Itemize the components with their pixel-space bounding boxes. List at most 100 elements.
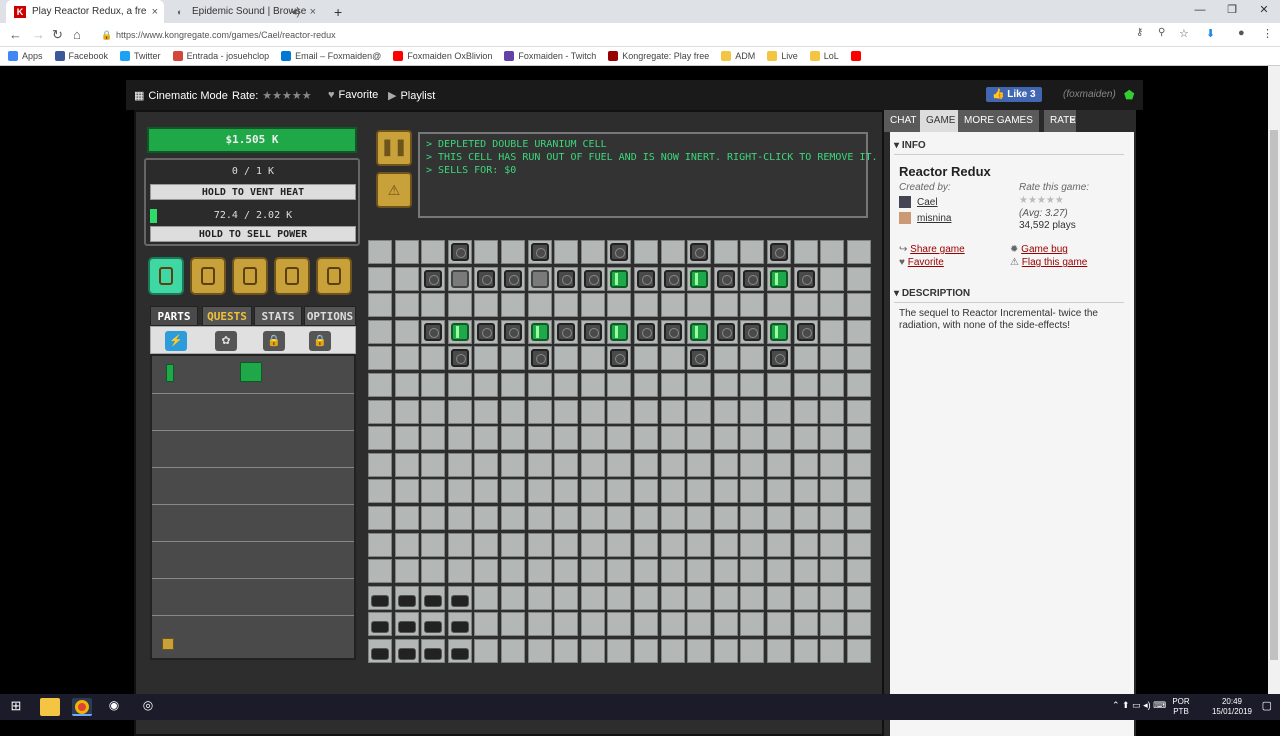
grid-cell[interactable]: [607, 240, 632, 264]
grid-cell[interactable]: [474, 452, 499, 477]
grid-cell[interactable]: [580, 426, 605, 451]
sell-power-button[interactable]: HOLD TO SELL POWER: [150, 226, 356, 242]
grid-cell[interactable]: [687, 585, 712, 610]
grid-cell[interactable]: [820, 319, 845, 344]
grid-cell[interactable]: [580, 532, 605, 557]
grid-cell[interactable]: [740, 399, 765, 424]
grid-cell[interactable]: [527, 612, 552, 637]
grid-cell[interactable]: [820, 585, 845, 610]
grid-cell[interactable]: [820, 399, 845, 424]
grid-cell[interactable]: [580, 479, 605, 504]
grid-cell[interactable]: [447, 452, 472, 477]
grid-cell[interactable]: [793, 612, 818, 637]
playlist-button[interactable]: ▶ Playlist: [388, 89, 435, 103]
grid-cell[interactable]: [634, 479, 658, 504]
obs-icon[interactable]: ◎: [138, 698, 158, 716]
grid-cell[interactable]: [474, 639, 499, 663]
bookmark-facebook[interactable]: Facebook: [54, 51, 108, 61]
grid-cell[interactable]: [474, 293, 499, 318]
grid-cell[interactable]: [660, 399, 685, 424]
close-tab-icon[interactable]: ×: [152, 6, 158, 18]
grid-cell[interactable]: [421, 373, 446, 397]
grid-cell[interactable]: [820, 639, 845, 663]
heat-vent-icon[interactable]: [424, 322, 443, 341]
grid-cell[interactable]: [660, 266, 685, 291]
tray-icons[interactable]: ⌃ ⬆ ▭ ◂) ⌨: [1112, 700, 1166, 711]
grid-cell[interactable]: [660, 612, 685, 637]
grid-cell[interactable]: [713, 612, 738, 637]
grid-cell[interactable]: [767, 399, 791, 424]
double-uranium-cell-icon[interactable]: [610, 269, 629, 288]
notification-icon[interactable]: ▢: [1262, 699, 1272, 712]
grid-cell[interactable]: [554, 559, 579, 584]
grid-cell[interactable]: [846, 293, 871, 318]
heat-vent-icon[interactable]: [796, 322, 815, 341]
grid-cell[interactable]: [687, 452, 712, 477]
grid-cell[interactable]: [501, 319, 525, 344]
grid-cell[interactable]: [846, 266, 871, 291]
grid-cell[interactable]: [607, 399, 632, 424]
grid-cell[interactable]: [554, 399, 579, 424]
grid-cell[interactable]: [713, 426, 738, 451]
grid-cell[interactable]: [394, 612, 419, 637]
grid-cell[interactable]: [660, 479, 685, 504]
grid-cell[interactable]: [554, 426, 579, 451]
reactor-grid[interactable]: [368, 240, 872, 664]
grid-cell[interactable]: [580, 373, 605, 397]
bookmark-gmail[interactable]: Entrada - josuehclop: [172, 51, 269, 61]
heat-vent-icon[interactable]: [663, 322, 682, 341]
grid-cell[interactable]: [767, 426, 791, 451]
grid-cell[interactable]: [846, 319, 871, 344]
scrollbar-thumb[interactable]: [1270, 130, 1278, 660]
double-uranium-cell-icon[interactable]: [690, 322, 709, 341]
capacitor-icon[interactable]: [371, 594, 389, 607]
grid-cell[interactable]: [447, 399, 472, 424]
heat-vent-icon[interactable]: [716, 322, 735, 341]
locked-category-icon[interactable]: 🔒: [309, 331, 331, 351]
grid-cell[interactable]: [713, 319, 738, 344]
grid-cell[interactable]: [767, 532, 791, 557]
grid-cell[interactable]: [687, 293, 712, 318]
heat-vent-icon[interactable]: [557, 322, 576, 341]
grid-cell[interactable]: [660, 346, 685, 371]
grid-cell[interactable]: [447, 585, 472, 610]
heat-vent-icon[interactable]: [637, 269, 655, 288]
heat-vent-icon[interactable]: [477, 322, 496, 341]
grid-cell[interactable]: [421, 346, 446, 371]
grid-cell[interactable]: [580, 612, 605, 637]
grid-cell[interactable]: [740, 266, 765, 291]
heat-vent-icon[interactable]: [504, 322, 522, 341]
grid-cell[interactable]: [740, 479, 765, 504]
grid-cell[interactable]: [368, 240, 392, 264]
profile-icon[interactable]: ●: [1238, 27, 1245, 39]
grid-cell[interactable]: [580, 293, 605, 318]
grid-cell[interactable]: [660, 319, 685, 344]
grid-cell[interactable]: [687, 319, 712, 344]
double-uranium-cell-part[interactable]: [240, 362, 262, 382]
grid-cell[interactable]: [767, 559, 791, 584]
flag-label[interactable]: Flag this game: [1022, 257, 1088, 268]
favorite-button[interactable]: ♥ Favorite: [328, 89, 378, 101]
grid-cell[interactable]: [740, 506, 765, 530]
upgrade-book-button[interactable]: [274, 257, 310, 295]
grid-cell[interactable]: [554, 293, 579, 318]
tab-quests[interactable]: QUESTS: [202, 306, 252, 326]
fuel-category-icon[interactable]: ⚡: [165, 331, 187, 351]
tab-more-games[interactable]: MORE GAMES: [958, 110, 1039, 132]
grid-cell[interactable]: [793, 639, 818, 663]
grid-cell[interactable]: [846, 373, 871, 397]
grid-cell[interactable]: [820, 532, 845, 557]
grid-cell[interactable]: [421, 506, 446, 530]
capacitor-icon[interactable]: [424, 594, 443, 607]
grid-cell[interactable]: [474, 532, 499, 557]
grid-cell[interactable]: [687, 479, 712, 504]
grid-cell[interactable]: [820, 346, 845, 371]
grid-cell[interactable]: [394, 585, 419, 610]
grid-cell[interactable]: [660, 532, 685, 557]
grid-cell[interactable]: [634, 559, 658, 584]
grid-cell[interactable]: [740, 452, 765, 477]
grid-cell[interactable]: [634, 639, 658, 663]
grid-cell[interactable]: [394, 426, 419, 451]
grid-cell[interactable]: [713, 639, 738, 663]
page-scrollbar[interactable]: [1268, 66, 1280, 694]
